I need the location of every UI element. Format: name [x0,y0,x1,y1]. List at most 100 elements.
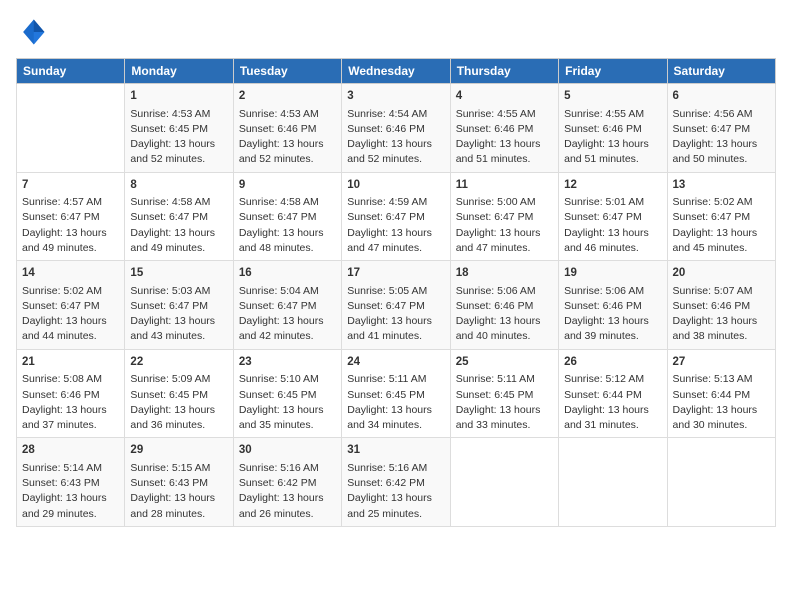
day-number: 23 [239,354,336,371]
day-info: Daylight: 13 hours and 49 minutes. [130,226,227,256]
day-number: 22 [130,354,227,371]
day-info: Sunrise: 5:06 AM [564,284,661,299]
day-info: Sunset: 6:44 PM [564,388,661,403]
day-info: Daylight: 13 hours and 25 minutes. [347,491,444,521]
calendar-cell: 16Sunrise: 5:04 AMSunset: 6:47 PMDayligh… [233,261,341,350]
day-info: Sunrise: 5:00 AM [456,195,553,210]
day-info: Daylight: 13 hours and 43 minutes. [130,314,227,344]
day-number: 10 [347,177,444,194]
day-number: 27 [673,354,770,371]
page-header [16,16,776,48]
calendar-cell: 28Sunrise: 5:14 AMSunset: 6:43 PMDayligh… [17,438,125,527]
day-info: Sunset: 6:47 PM [22,210,119,225]
day-info: Sunrise: 5:06 AM [456,284,553,299]
day-info: Sunset: 6:46 PM [456,122,553,137]
day-number: 12 [564,177,661,194]
day-info: Sunset: 6:45 PM [456,388,553,403]
week-row-4: 21Sunrise: 5:08 AMSunset: 6:46 PMDayligh… [17,349,776,438]
day-info: Daylight: 13 hours and 46 minutes. [564,226,661,256]
day-number: 5 [564,88,661,105]
calendar-cell: 24Sunrise: 5:11 AMSunset: 6:45 PMDayligh… [342,349,450,438]
day-info: Sunset: 6:47 PM [239,299,336,314]
header-sunday: Sunday [17,59,125,84]
header-friday: Friday [559,59,667,84]
day-info: Sunset: 6:47 PM [673,210,770,225]
day-number: 9 [239,177,336,194]
week-row-2: 7Sunrise: 4:57 AMSunset: 6:47 PMDaylight… [17,172,776,261]
calendar-cell [17,84,125,173]
day-number: 29 [130,442,227,459]
day-number: 19 [564,265,661,282]
day-info: Sunset: 6:47 PM [347,210,444,225]
day-info: Sunrise: 5:07 AM [673,284,770,299]
day-info: Daylight: 13 hours and 31 minutes. [564,403,661,433]
day-info: Sunset: 6:45 PM [130,388,227,403]
header-thursday: Thursday [450,59,558,84]
day-number: 24 [347,354,444,371]
day-info: Sunrise: 5:11 AM [456,372,553,387]
day-info: Sunset: 6:43 PM [130,476,227,491]
day-info: Sunset: 6:47 PM [130,210,227,225]
day-number: 14 [22,265,119,282]
day-info: Sunrise: 4:58 AM [130,195,227,210]
day-info: Sunset: 6:44 PM [673,388,770,403]
logo [16,16,52,48]
day-info: Sunset: 6:46 PM [347,122,444,137]
day-info: Sunset: 6:47 PM [22,299,119,314]
day-info: Sunrise: 5:01 AM [564,195,661,210]
calendar-cell: 31Sunrise: 5:16 AMSunset: 6:42 PMDayligh… [342,438,450,527]
day-info: Daylight: 13 hours and 47 minutes. [456,226,553,256]
day-info: Daylight: 13 hours and 52 minutes. [239,137,336,167]
day-info: Sunrise: 5:03 AM [130,284,227,299]
header-monday: Monday [125,59,233,84]
day-info: Sunrise: 4:55 AM [456,107,553,122]
day-info: Daylight: 13 hours and 37 minutes. [22,403,119,433]
day-info: Sunrise: 5:02 AM [673,195,770,210]
day-info: Sunrise: 4:56 AM [673,107,770,122]
header-row: SundayMondayTuesdayWednesdayThursdayFrid… [17,59,776,84]
calendar-cell: 14Sunrise: 5:02 AMSunset: 6:47 PMDayligh… [17,261,125,350]
day-number: 20 [673,265,770,282]
day-number: 25 [456,354,553,371]
day-info: Sunset: 6:47 PM [564,210,661,225]
calendar-cell: 13Sunrise: 5:02 AMSunset: 6:47 PMDayligh… [667,172,775,261]
day-info: Daylight: 13 hours and 36 minutes. [130,403,227,433]
day-number: 31 [347,442,444,459]
day-info: Sunset: 6:46 PM [564,122,661,137]
day-number: 13 [673,177,770,194]
day-number: 15 [130,265,227,282]
day-info: Sunset: 6:43 PM [22,476,119,491]
day-info: Sunset: 6:45 PM [347,388,444,403]
day-info: Sunset: 6:47 PM [347,299,444,314]
day-info: Sunset: 6:47 PM [673,122,770,137]
week-row-3: 14Sunrise: 5:02 AMSunset: 6:47 PMDayligh… [17,261,776,350]
header-tuesday: Tuesday [233,59,341,84]
day-info: Sunrise: 5:04 AM [239,284,336,299]
day-info: Sunset: 6:46 PM [564,299,661,314]
day-info: Sunrise: 5:05 AM [347,284,444,299]
day-info: Sunrise: 4:53 AM [130,107,227,122]
day-info: Daylight: 13 hours and 28 minutes. [130,491,227,521]
calendar-cell: 25Sunrise: 5:11 AMSunset: 6:45 PMDayligh… [450,349,558,438]
day-number: 21 [22,354,119,371]
day-info: Sunset: 6:45 PM [239,388,336,403]
calendar-cell [450,438,558,527]
day-info: Sunset: 6:46 PM [239,122,336,137]
calendar-cell: 30Sunrise: 5:16 AMSunset: 6:42 PMDayligh… [233,438,341,527]
day-info: Sunset: 6:47 PM [130,299,227,314]
day-info: Sunrise: 4:54 AM [347,107,444,122]
calendar-cell: 3Sunrise: 4:54 AMSunset: 6:46 PMDaylight… [342,84,450,173]
day-info: Sunrise: 4:58 AM [239,195,336,210]
day-number: 16 [239,265,336,282]
calendar-cell: 9Sunrise: 4:58 AMSunset: 6:47 PMDaylight… [233,172,341,261]
day-number: 6 [673,88,770,105]
day-info: Daylight: 13 hours and 44 minutes. [22,314,119,344]
day-info: Sunset: 6:46 PM [456,299,553,314]
day-info: Sunset: 6:46 PM [22,388,119,403]
day-info: Sunset: 6:46 PM [673,299,770,314]
calendar-cell: 20Sunrise: 5:07 AMSunset: 6:46 PMDayligh… [667,261,775,350]
day-info: Sunrise: 5:09 AM [130,372,227,387]
week-row-5: 28Sunrise: 5:14 AMSunset: 6:43 PMDayligh… [17,438,776,527]
day-info: Daylight: 13 hours and 40 minutes. [456,314,553,344]
calendar-cell: 27Sunrise: 5:13 AMSunset: 6:44 PMDayligh… [667,349,775,438]
